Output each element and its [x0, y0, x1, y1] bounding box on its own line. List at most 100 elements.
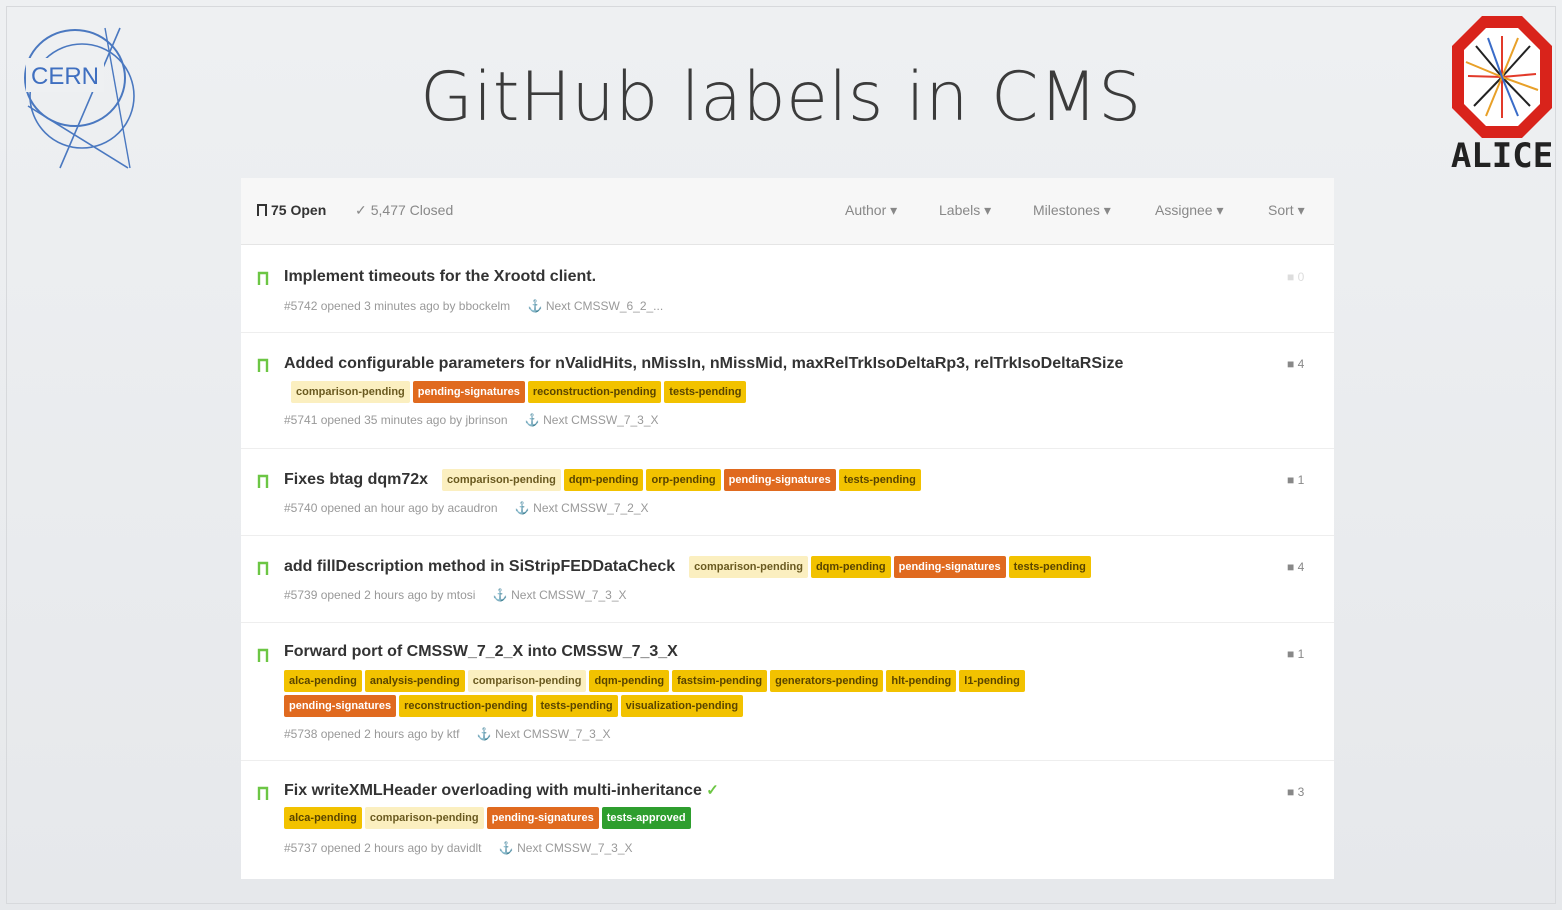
issues-panel: 75 Open ✓ 5,477 Closed Author ▾ Labels ▾ …: [241, 178, 1334, 879]
label-badge[interactable]: reconstruction-pending: [527, 381, 662, 403]
issue-row: add fillDescription method in SiStripFED…: [241, 536, 1334, 623]
issue-title-text: Fix writeXMLHeader overloading with mult…: [284, 782, 702, 799]
label-badge[interactable]: comparison-pending: [442, 469, 561, 491]
labels-list: alca-pending comparison-pending pending-si…: [284, 807, 694, 829]
comment-count[interactable]: ■ 1: [1287, 473, 1304, 487]
milestone-icon: ⚓: [492, 588, 508, 602]
comment-count[interactable]: ■ 3: [1287, 785, 1304, 799]
label-badge[interactable]: alca-pending: [284, 807, 362, 829]
label-badge[interactable]: dqm-pending: [810, 556, 891, 578]
comment-count[interactable]: ■ 4: [1287, 357, 1304, 371]
issue-title-link[interactable]: Fixes btag dqm72x comparison-pending dqm-p…: [284, 469, 924, 491]
label-badge[interactable]: tests-pending: [838, 469, 921, 491]
milestone-link[interactable]: Next CMSSW_6_2_...: [546, 299, 663, 313]
issue-row: Fix writeXMLHeader overloading with mult…: [241, 761, 1334, 879]
label-badge[interactable]: generators-pending: [770, 670, 884, 692]
comment-count[interactable]: ■ 0: [1287, 270, 1304, 284]
check-icon: ✓: [706, 782, 719, 799]
labels-list: pending-signatures reconstruction-pending…: [284, 695, 746, 717]
labels-list: comparison-pending dqm-pending orp-pending…: [442, 469, 924, 491]
label-badge[interactable]: comparison-pending: [291, 381, 410, 403]
issue-row: Forward port of CMSSW_7_2_X into CMSSW_7…: [241, 623, 1334, 761]
issue-meta: #5739 opened 2 hours ago by mtosi ⚓ Next…: [284, 588, 627, 602]
slide-title: GitHub labels in CMS: [420, 58, 1142, 137]
alice-logo-text: ALICE: [1450, 136, 1554, 176]
milestone-icon: ⚓: [476, 727, 492, 741]
issue-meta-text: #5741 opened 35 minutes ago by jbrinson: [284, 413, 508, 427]
milestone-icon: ⚓: [524, 413, 540, 427]
label-badge[interactable]: tests-approved: [601, 807, 691, 829]
comment-number: 4: [1297, 560, 1305, 574]
label-badge[interactable]: pending-signatures: [893, 556, 1006, 578]
issue-opened-icon: [257, 648, 269, 662]
issue-opened-icon: [257, 271, 269, 285]
comment-count[interactable]: ■ 1: [1287, 647, 1304, 661]
comment-number: 4: [1297, 357, 1305, 371]
issue-meta-text: #5738 opened 2 hours ago by ktf: [284, 727, 460, 741]
issue-meta-text: #5737 opened 2 hours ago by davidlt: [284, 841, 482, 855]
labels-filter[interactable]: Labels ▾: [939, 202, 991, 219]
closed-issues-tab[interactable]: ✓ 5,477 Closed: [355, 202, 453, 219]
label-badge[interactable]: comparison-pending: [689, 556, 808, 578]
issue-meta: #5742 opened 3 minutes ago by bbockelm ⚓…: [284, 299, 663, 313]
issue-title-link[interactable]: Added configurable parameters for nValid…: [284, 355, 1123, 373]
milestone-icon: ⚓: [498, 841, 514, 855]
issues-toolbar: 75 Open ✓ 5,477 Closed Author ▾ Labels ▾ …: [241, 178, 1334, 245]
milestone-link[interactable]: Next CMSSW_7_3_X: [495, 727, 610, 741]
milestone-link[interactable]: Next CMSSW_7_3_X: [517, 841, 632, 855]
comment-number: 1: [1297, 473, 1305, 487]
issue-meta: #5740 opened an hour ago by acaudron ⚓ N…: [284, 501, 649, 515]
label-badge[interactable]: pending-signatures: [486, 807, 599, 829]
label-badge[interactable]: pending-signatures: [412, 381, 525, 403]
milestone-icon: ⚓: [514, 501, 530, 515]
label-badge[interactable]: alca-pending: [284, 670, 362, 692]
label-badge[interactable]: reconstruction-pending: [399, 695, 533, 717]
label-badge[interactable]: pending-signatures: [723, 469, 836, 491]
milestone-link[interactable]: Next CMSSW_7_2_X: [533, 501, 648, 515]
issue-opened-icon: [257, 474, 269, 488]
milestone-link[interactable]: Next CMSSW_7_3_X: [511, 588, 626, 602]
issue-opened-icon: [257, 204, 267, 216]
milestone-icon: ⚓: [527, 299, 543, 313]
issue-title-link[interactable]: Forward port of CMSSW_7_2_X into CMSSW_7…: [284, 643, 678, 661]
issue-meta: #5741 opened 35 minutes ago by jbrinson …: [284, 413, 659, 427]
issue-meta-text: #5742 opened 3 minutes ago by bbockelm: [284, 299, 511, 313]
label-badge[interactable]: orp-pending: [646, 469, 721, 491]
label-badge[interactable]: fastsim-pending: [672, 670, 768, 692]
label-badge[interactable]: hlt-pending: [886, 670, 957, 692]
issue-title-link[interactable]: Fix writeXMLHeader overloading with mult…: [284, 781, 719, 800]
comment-number: 3: [1297, 785, 1305, 799]
issue-title-link[interactable]: Implement timeouts for the Xrootd client…: [284, 268, 596, 286]
issue-meta-text: #5739 opened 2 hours ago by mtosi: [284, 588, 476, 602]
label-badge[interactable]: tests-pending: [1008, 556, 1091, 578]
label-badge[interactable]: tests-pending: [535, 695, 618, 717]
author-filter[interactable]: Author ▾: [845, 202, 897, 219]
open-issues-tab[interactable]: 75 Open: [257, 202, 326, 218]
labels-list: comparison-pending dqm-pending pending-sig…: [689, 556, 1094, 578]
milestones-filter[interactable]: Milestones ▾: [1033, 202, 1111, 219]
label-badge[interactable]: dqm-pending: [589, 670, 670, 692]
assignee-filter[interactable]: Assignee ▾: [1155, 202, 1224, 219]
label-badge[interactable]: tests-pending: [664, 381, 747, 403]
comment-count[interactable]: ■ 4: [1287, 560, 1304, 574]
issue-title-text: add fillDescription method in SiStripFED…: [284, 558, 676, 575]
issue-row: Implement timeouts for the Xrootd client…: [241, 244, 1334, 333]
comment-icon: ■: [1287, 473, 1295, 487]
label-badge[interactable]: visualization-pending: [620, 695, 744, 717]
comment-icon: ■: [1287, 357, 1295, 371]
comment-icon: ■: [1287, 270, 1295, 284]
issue-opened-icon: [257, 358, 269, 372]
issue-title-link[interactable]: add fillDescription method in SiStripFED…: [284, 556, 1094, 578]
issue-meta-text: #5740 opened an hour ago by acaudron: [284, 501, 498, 515]
sort-menu[interactable]: Sort ▾: [1268, 202, 1305, 219]
label-badge[interactable]: pending-signatures: [284, 695, 397, 717]
label-badge[interactable]: l1-pending: [959, 670, 1025, 692]
label-badge[interactable]: dqm-pending: [563, 469, 644, 491]
label-badge[interactable]: comparison-pending: [467, 670, 587, 692]
open-count: 75 Open: [271, 202, 327, 218]
label-badge[interactable]: analysis-pending: [364, 670, 465, 692]
label-badge[interactable]: comparison-pending: [364, 807, 484, 829]
issue-meta: #5738 opened 2 hours ago by ktf ⚓ Next C…: [284, 727, 611, 741]
milestone-link[interactable]: Next CMSSW_7_3_X: [543, 413, 658, 427]
labels-list: alca-pending analysis-pending comparison-p…: [284, 670, 1028, 692]
